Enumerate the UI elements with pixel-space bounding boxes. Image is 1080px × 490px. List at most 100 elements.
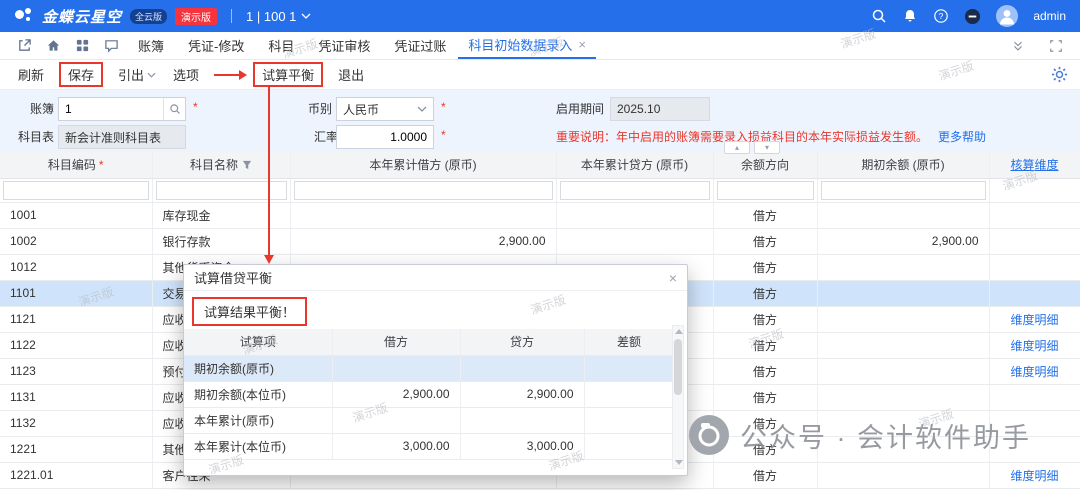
header-ytd-credit[interactable]: 本年累计贷方 (原币)	[556, 152, 713, 178]
toolbar: 刷新 保存 引出 选项 试算平衡 退出	[0, 60, 1080, 90]
rate-input[interactable]	[337, 126, 433, 148]
tab-label: 科目初始数据录入	[468, 35, 572, 54]
menu-item-voucher-audit[interactable]: 凭证审核	[306, 32, 382, 59]
required-mark: *	[441, 128, 446, 142]
export-label: 引出	[118, 65, 144, 84]
close-icon[interactable]: ×	[578, 37, 586, 52]
options-button[interactable]: 选项	[171, 63, 201, 86]
dimension-detail-link[interactable]: 维度明细	[1010, 339, 1058, 353]
trial-balance-table: 试算项 借方 贷方 差额 期初余额(原币) 期初余额(本位币)2,900.002…	[184, 329, 675, 460]
rate-field	[336, 125, 434, 149]
filter-direction-input[interactable]	[717, 181, 814, 200]
message-icon[interactable]	[97, 32, 126, 59]
currency-label: 币别	[308, 100, 332, 118]
header-ytd-debit[interactable]: 本年累计借方 (原币)	[290, 152, 556, 178]
demo-badge: 演示版	[175, 8, 217, 25]
table-row[interactable]: 1002银行存款2,900.00借方2,900.00	[0, 228, 1080, 254]
trial-balance-dialog: 试算借贷平衡 × 试算结果平衡！ 试算项 借方 贷方 差额 期初余额(原币) 期…	[183, 264, 688, 476]
scroll-down-icon[interactable]	[675, 460, 683, 465]
filter-name-input[interactable]	[156, 181, 287, 200]
annotation-arrow-right	[214, 74, 240, 76]
suspend-icon[interactable]	[964, 8, 981, 25]
panel-collapse-controls: ▴ ▾	[724, 141, 780, 154]
trial-balance-button[interactable]: 试算平衡	[253, 62, 323, 87]
dialog-title: 试算借贷平衡	[194, 268, 272, 287]
apps-grid-icon[interactable]	[68, 32, 97, 59]
menu-item-ledger[interactable]: 账簿	[126, 32, 176, 59]
menu-item-account[interactable]: 科目	[256, 32, 306, 59]
rate-label: 汇率	[314, 128, 338, 146]
account-table-label: 科目表	[18, 128, 54, 146]
header-opening[interactable]: 期初余额 (原币)	[817, 152, 989, 178]
required-mark: *	[193, 100, 198, 114]
period-value: 2025.10	[610, 97, 710, 121]
gear-icon[interactable]	[1051, 66, 1068, 86]
grid-header-row: 科目编码* 科目名称 本年累计借方 (原币) 本年累计贷方 (原币) 余额方向 …	[0, 152, 1080, 178]
currency-value: 人民币	[343, 101, 379, 118]
dimension-detail-link[interactable]: 维度明细	[1010, 313, 1058, 327]
period-label: 启用期间	[556, 100, 604, 118]
ledger-input[interactable]	[59, 98, 163, 120]
chevron-down-icon	[147, 72, 156, 78]
dialog-row[interactable]: 本年累计(本位币)3,000.003,000.00	[184, 433, 674, 459]
save-button[interactable]: 保存	[59, 62, 103, 87]
lookup-search-icon[interactable]	[163, 98, 185, 120]
filter-funnel-icon[interactable]	[242, 160, 252, 170]
filter-ytd-credit-input[interactable]	[560, 181, 710, 200]
dialog-row[interactable]: 期初余额(原币)	[184, 355, 674, 381]
close-icon[interactable]: ×	[669, 270, 677, 286]
username[interactable]: admin	[1033, 9, 1066, 23]
exit-button[interactable]: 退出	[336, 63, 366, 86]
required-mark: *	[99, 158, 104, 172]
collapse-down-icon[interactable]: ▾	[754, 141, 780, 154]
dialog-row[interactable]: 本年累计(原币)	[184, 407, 674, 433]
dlg-header-diff: 差额	[584, 329, 674, 355]
header-dimension[interactable]: 核算维度	[989, 152, 1080, 178]
header-direction[interactable]: 余额方向	[713, 152, 817, 178]
help-icon[interactable]: ?	[933, 8, 949, 24]
grid-filter-row	[0, 178, 1080, 202]
dlg-header-item: 试算项	[184, 329, 332, 355]
currency-select[interactable]: 人民币	[336, 97, 434, 121]
table-row[interactable]: 1001库存现金借方	[0, 202, 1080, 228]
ledger-field	[58, 97, 186, 121]
avatar[interactable]	[996, 5, 1018, 27]
refresh-button[interactable]: 刷新	[16, 63, 46, 86]
dimension-detail-link[interactable]: 维度明细	[1010, 365, 1058, 379]
more-help-link[interactable]: 更多帮助	[938, 130, 986, 144]
ledger-label: 账簿	[30, 100, 54, 118]
menu-item-voucher-post[interactable]: 凭证过账	[382, 32, 458, 59]
svg-text:?: ?	[939, 11, 944, 21]
dimension-detail-link[interactable]: 维度明细	[1010, 469, 1058, 483]
dialog-title-bar[interactable]: 试算借贷平衡 ×	[184, 265, 687, 291]
filter-ytd-debit-input[interactable]	[294, 181, 553, 200]
account-table-value: 新会计准则科目表	[58, 125, 186, 149]
share-icon[interactable]	[10, 32, 39, 59]
double-chevron-down-icon[interactable]	[1004, 39, 1032, 53]
header-code[interactable]: 科目编码*	[0, 152, 152, 178]
notification-bell-icon[interactable]	[902, 8, 918, 24]
scrollbar[interactable]	[672, 325, 684, 469]
chevron-down-icon	[301, 13, 311, 19]
export-button[interactable]: 引出	[116, 63, 158, 86]
menu-item-voucher-edit[interactable]: 凭证-修改	[176, 32, 256, 59]
brand-title: 金蝶云星空	[42, 6, 122, 27]
org-switcher[interactable]: 1 | 100 1	[246, 9, 311, 24]
filter-code-input[interactable]	[3, 181, 149, 200]
search-icon[interactable]	[871, 8, 887, 24]
divider	[231, 9, 232, 23]
home-icon[interactable]	[39, 32, 68, 59]
scroll-up-icon[interactable]	[675, 329, 683, 334]
filter-opening-input[interactable]	[821, 181, 986, 200]
tab-account-initial-data[interactable]: 科目初始数据录入 ×	[458, 32, 596, 59]
version-badge: 全云版	[130, 9, 167, 24]
collapse-up-icon[interactable]: ▴	[724, 141, 750, 154]
annotation-arrow-down	[268, 86, 270, 256]
scrollbar-thumb[interactable]	[674, 339, 682, 395]
topbar: 金蝶云星空 全云版 演示版 1 | 100 1 ? admin	[0, 0, 1080, 32]
dialog-row[interactable]: 期初余额(本位币)2,900.002,900.00	[184, 381, 674, 407]
chevron-down-icon	[417, 106, 427, 112]
filter-panel: 账簿 * 币别 人民币 * 启用期间 2025.10 科目表 新会计准则科目表 …	[0, 90, 1080, 152]
dialog-header-row: 试算项 借方 贷方 差额	[184, 329, 674, 355]
fullscreen-icon[interactable]	[1042, 39, 1070, 53]
